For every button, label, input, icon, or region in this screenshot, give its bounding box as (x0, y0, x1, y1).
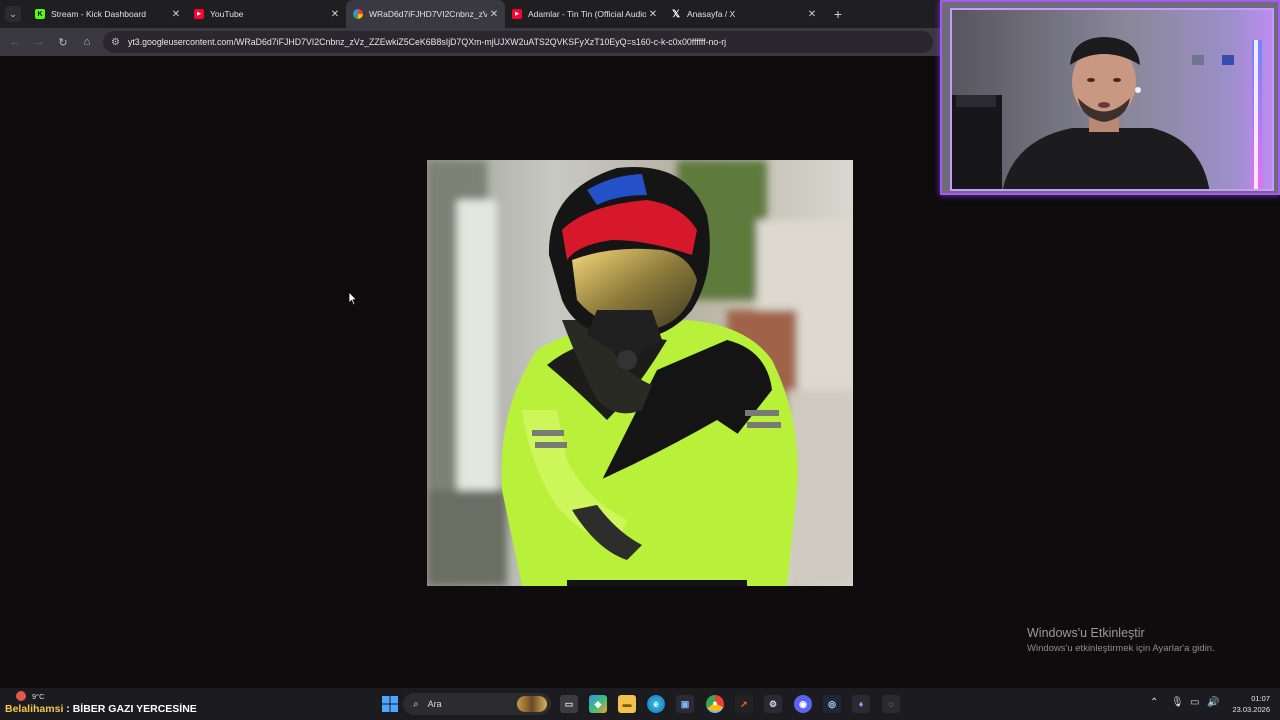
tab-title: Stream - Kick Dashboard (51, 9, 146, 19)
task-view-icon[interactable]: ▭ (560, 695, 578, 713)
chevron-down-icon: ⌄ (9, 8, 17, 19)
widgets-icon[interactable]: ◆ (589, 695, 607, 713)
discord-icon[interactable]: ◉ (794, 695, 812, 713)
close-icon[interactable]: ✕ (805, 9, 819, 20)
taskbar: 9°C Belalihamsi : BİBER GAZI YERCESİNE ⌕… (0, 688, 1280, 720)
microphone-icon[interactable]: 🎙 (1171, 697, 1184, 708)
terminal-icon[interactable]: ➚ (735, 695, 753, 713)
settings-gear-icon[interactable]: ⚙ (764, 695, 782, 713)
google-photos-icon (353, 9, 363, 19)
x-icon: 𝕏 (671, 8, 681, 20)
arrow-right-icon: → (33, 36, 45, 48)
system-clock[interactable]: 01:07 23.03.2026 (1226, 693, 1270, 715)
forward-button[interactable]: → (27, 30, 51, 54)
youtube-icon: ▶ (512, 9, 522, 19)
tab-x-home[interactable]: 𝕏 Anasayfa / X ✕ (664, 0, 823, 28)
tab-adamlar[interactable]: ▶ Adamlar - Tin Tin (Official Audio) ✕ (505, 0, 664, 28)
edge-icon[interactable]: e (647, 695, 665, 713)
app-purple-icon[interactable]: ♦ (852, 695, 870, 713)
plus-icon: + (833, 6, 843, 22)
taskbar-search[interactable]: ⌕ Ara (403, 693, 551, 715)
tab-search-button[interactable]: ⌄ (5, 6, 21, 22)
tab-title: Anasayfa / X (687, 9, 736, 19)
address-bar[interactable]: ⚙ yt3.googleusercontent.com/WRaD6d7iFJHD… (103, 31, 933, 53)
webcam-overlay (940, 0, 1280, 195)
new-tab-button[interactable]: + (829, 6, 847, 22)
clock-date: 23.03.2026 (1232, 705, 1270, 714)
file-explorer-icon[interactable]: ▬ (618, 695, 636, 713)
search-icon: ⌕ (413, 698, 419, 710)
volume-icon[interactable]: 🔊 (1207, 697, 1219, 708)
ticker-text: : BİBER GAZI YERCESİNE (63, 703, 197, 715)
ticker-user: Belalihamsi (5, 703, 64, 715)
weather-widget[interactable]: 9°C (16, 691, 45, 701)
close-icon[interactable]: ✕ (169, 9, 183, 20)
obs-icon[interactable]: ◌ (882, 695, 900, 713)
weather-icon (16, 691, 26, 701)
steam-icon[interactable]: ◎ (823, 695, 841, 713)
windows-start-icon[interactable] (381, 695, 399, 713)
tab-youtube[interactable]: ▶ YouTube ✕ (187, 0, 346, 28)
mouse-cursor (348, 291, 358, 311)
kick-icon: K (35, 9, 45, 19)
site-info-icon[interactable]: ⚙ (111, 37, 120, 48)
arrow-left-icon: ← (9, 36, 21, 48)
watermark-subtitle: Windows'u etkinleştirmek için Ayarlar'a … (1027, 643, 1215, 654)
webcam-feed (950, 8, 1274, 191)
tab-image[interactable]: WRaD6d7iFJHD7VI2Cnbnz_zVz ✕ (346, 0, 505, 28)
close-icon[interactable]: ✕ (487, 9, 501, 20)
weather-temp: 9°C (32, 692, 45, 701)
tab-title: Adamlar - Tin Tin (Official Audio) (528, 9, 646, 19)
reload-icon: ↻ (58, 36, 68, 49)
youtube-icon: ▶ (194, 9, 204, 19)
home-button[interactable]: ⌂ (75, 30, 99, 54)
reload-button[interactable]: ↻ (51, 30, 75, 54)
network-icon[interactable]: ▭ (1190, 697, 1199, 708)
url-text: yt3.googleusercontent.com/WRaD6d7iFJHD7V… (127, 37, 727, 47)
tab-title: YouTube (210, 9, 244, 19)
windows-activation-watermark: Windows'u Etkinleştir Windows'u etkinleş… (1027, 626, 1215, 654)
search-placeholder: Ara (427, 699, 442, 709)
search-highlight-icon (517, 696, 547, 712)
home-icon: ⌂ (83, 36, 91, 48)
back-button[interactable]: ← (3, 30, 27, 54)
tray-overflow-icon[interactable]: ⌃ (1150, 697, 1158, 708)
close-icon[interactable]: ✕ (328, 9, 342, 20)
watermark-title: Windows'u Etkinleştir (1027, 626, 1145, 640)
tab-title: WRaD6d7iFJHD7VI2Cnbnz_zVz (369, 9, 487, 19)
store-icon[interactable]: ▣ (676, 695, 694, 713)
tab-kick-dashboard[interactable]: K Stream - Kick Dashboard ✕ (28, 0, 187, 28)
chrome-icon[interactable]: ● (706, 695, 724, 713)
motorcycle-rider-image (427, 160, 853, 586)
profile-image (427, 160, 853, 586)
close-icon[interactable]: ✕ (646, 9, 660, 20)
chat-ticker: Belalihamsi : BİBER GAZI YERCESİNE (5, 703, 197, 715)
streamer-webcam-image (952, 10, 1272, 189)
clock-time: 01:07 (1251, 694, 1270, 703)
